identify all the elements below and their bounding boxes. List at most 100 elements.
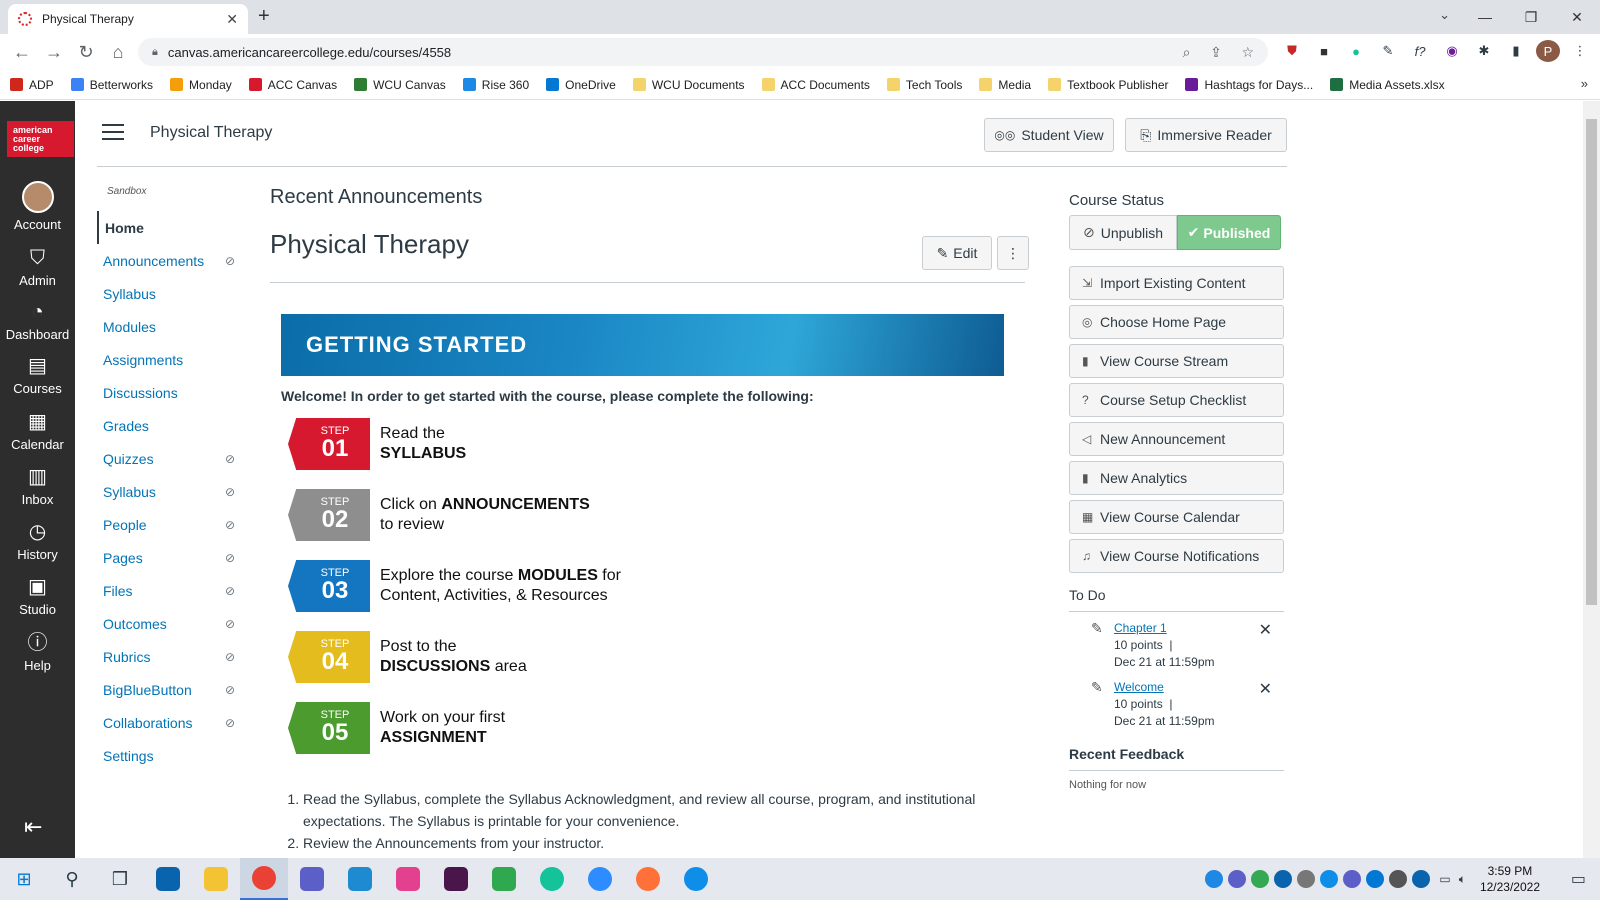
immersive-reader-button[interactable]: ⎘ Immersive Reader	[1125, 118, 1287, 152]
sidebar-button[interactable]: ▮ View Course Stream	[1069, 344, 1284, 378]
back-arrow-icon[interactable]: ←	[6, 42, 38, 63]
bookmark-item[interactable]: Hashtags for Days...	[1185, 78, 1313, 92]
sidebar-button[interactable]: ▮ New Analytics	[1069, 461, 1284, 495]
course-nav-item[interactable]: Syllabus	[97, 277, 247, 310]
outlook-icon[interactable]	[144, 858, 192, 900]
sidebar-button[interactable]: ♫ View Course Notifications	[1069, 539, 1284, 573]
tray-icon[interactable]	[1343, 870, 1362, 888]
scrollbar-thumb[interactable]	[1586, 119, 1597, 605]
college-logo[interactable]: american career college	[7, 121, 74, 157]
tray-icon[interactable]	[1228, 870, 1247, 888]
sidebar-button[interactable]: ▦ View Course Calendar	[1069, 500, 1284, 534]
todo-link[interactable]: Welcome	[1114, 680, 1164, 694]
chrome-icon[interactable]	[240, 858, 288, 900]
tray-icon[interactable]	[1297, 870, 1316, 888]
system-clock[interactable]: 3:59 PM 12/23/2022	[1480, 863, 1540, 895]
tray-icon[interactable]	[1251, 870, 1270, 888]
student-view-button[interactable]: ◎◎ Student View	[984, 118, 1114, 152]
course-nav-item[interactable]: Home	[97, 211, 247, 244]
bookmark-item[interactable]: ADP	[10, 78, 54, 92]
course-nav-item[interactable]: Outcomes ⊘	[97, 607, 247, 640]
zoom-icon[interactable]	[576, 858, 624, 900]
minimize-icon[interactable]: —	[1462, 9, 1508, 25]
course-nav-item[interactable]: Settings	[97, 739, 247, 772]
dismiss-close-icon[interactable]: ✕	[1259, 681, 1272, 698]
teamviewer-icon[interactable]	[672, 858, 720, 900]
global-nav-help[interactable]: ⓘ Help	[0, 630, 75, 673]
tab-search-chevron-icon[interactable]: ⌄	[1439, 7, 1450, 23]
global-nav-courses[interactable]: ▤ Courses	[0, 353, 75, 396]
dismiss-close-icon[interactable]: ✕	[1259, 622, 1272, 639]
global-nav-account[interactable]: Account	[0, 181, 75, 232]
bookmark-item[interactable]: Betterworks	[70, 78, 153, 92]
side-panel-icon[interactable]: ▮	[1504, 40, 1528, 62]
reload-icon[interactable]: ↻	[70, 42, 102, 63]
course-nav-item[interactable]: Collaborations ⊘	[97, 706, 247, 739]
extension-icon[interactable]: ◉	[1440, 40, 1464, 62]
app-icon[interactable]	[336, 858, 384, 900]
bookmark-item[interactable]: Media Assets.xlsx	[1330, 78, 1445, 92]
slack-icon[interactable]	[432, 858, 480, 900]
global-nav-admin[interactable]: ⛉ Admin	[0, 245, 75, 288]
tray-icon[interactable]	[1412, 870, 1431, 888]
grammarly-icon[interactable]: ●	[1344, 40, 1368, 62]
windows-start-icon[interactable]: ⊞	[0, 858, 48, 900]
breadcrumb[interactable]: Physical Therapy	[150, 124, 272, 142]
sidebar-button[interactable]: ◁ New Announcement	[1069, 422, 1284, 456]
new-tab-button[interactable]: +	[258, 5, 270, 28]
bookmark-item[interactable]: OneDrive	[546, 78, 616, 92]
course-nav-item[interactable]: People ⊘	[97, 508, 247, 541]
browser-tab[interactable]: Physical Therapy ✕	[8, 4, 248, 34]
close-tab-icon[interactable]: ✕	[226, 11, 238, 28]
todo-link[interactable]: Chapter 1	[1114, 621, 1167, 635]
forward-arrow-icon[interactable]: →	[38, 42, 70, 63]
bookmark-item[interactable]: ACC Documents	[761, 78, 870, 92]
collapse-nav-icon[interactable]: ⇤	[24, 814, 42, 840]
notifications-icon[interactable]: ▭	[1571, 869, 1586, 889]
puzzle-icon[interactable]: ✱	[1472, 40, 1496, 62]
tray-icon[interactable]	[1389, 870, 1408, 888]
global-nav-studio[interactable]: ▣ Studio	[0, 574, 75, 617]
global-nav-history[interactable]: ◷ History	[0, 519, 75, 562]
bookmark-item[interactable]: ACC Canvas	[248, 78, 337, 92]
course-nav-item[interactable]: Quizzes ⊘	[97, 442, 247, 475]
profile-avatar[interactable]: P	[1536, 40, 1560, 62]
course-nav-item[interactable]: BigBlueButton ⊘	[97, 673, 247, 706]
zoom-icon[interactable]: ⌕	[1183, 44, 1191, 60]
course-nav-item[interactable]: Modules	[97, 310, 247, 343]
app-icon[interactable]	[384, 858, 432, 900]
published-button[interactable]: ✔ Published	[1177, 215, 1281, 250]
network-icon[interactable]: ▭	[1439, 872, 1450, 886]
bookmark-item[interactable]: WCU Canvas	[354, 78, 446, 92]
file-explorer-icon[interactable]	[192, 858, 240, 900]
sidebar-button[interactable]: ? Course Setup Checklist	[1069, 383, 1284, 417]
edit-button[interactable]: ✎ Edit	[922, 236, 992, 270]
restore-icon[interactable]: ❐	[1508, 9, 1554, 26]
sidebar-button[interactable]: ⇲ Import Existing Content	[1069, 266, 1284, 300]
onedrive-tray-icon[interactable]	[1366, 870, 1385, 888]
bookmark-item[interactable]: Rise 360	[462, 78, 529, 92]
tray-icon[interactable]	[1320, 870, 1339, 888]
course-nav-item[interactable]: Files ⊘	[97, 574, 247, 607]
menu-kebab-icon[interactable]: ⋮	[1568, 40, 1592, 62]
course-nav-item[interactable]: Discussions	[97, 376, 247, 409]
course-nav-item[interactable]: Grades	[97, 409, 247, 442]
bookmark-item[interactable]: Tech Tools	[886, 78, 962, 92]
page-scrollbar[interactable]	[1583, 101, 1600, 858]
volume-icon[interactable]: 🔈︎	[1459, 872, 1466, 887]
course-nav-item[interactable]: Announcements ⊘	[97, 244, 247, 277]
share-icon[interactable]: ⇪	[1210, 44, 1222, 60]
formula-icon[interactable]: f?	[1408, 40, 1432, 62]
search-icon[interactable]: ⚲	[48, 858, 96, 900]
more-options-button[interactable]: ⋮	[997, 236, 1029, 270]
course-nav-item[interactable]: Rubrics ⊘	[97, 640, 247, 673]
global-nav-inbox[interactable]: ▥ Inbox	[0, 464, 75, 507]
course-nav-item[interactable]: Syllabus ⊘	[97, 475, 247, 508]
course-nav-item[interactable]: Pages ⊘	[97, 541, 247, 574]
app-icon[interactable]	[480, 858, 528, 900]
bookmark-item[interactable]: WCU Documents	[632, 78, 745, 92]
teams-icon[interactable]	[288, 858, 336, 900]
global-nav-calendar[interactable]: ▦ Calendar	[0, 409, 75, 452]
global-nav-dashboard[interactable]: ◔ Dashboard	[0, 299, 75, 342]
course-nav-item[interactable]: Assignments	[97, 343, 247, 376]
